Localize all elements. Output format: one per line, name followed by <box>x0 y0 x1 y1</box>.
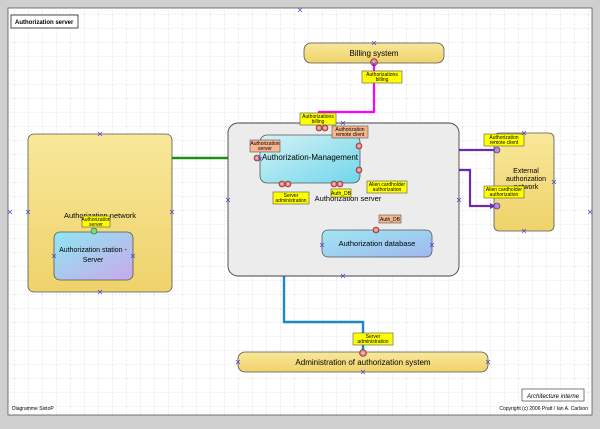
iface-alien-ext: Alien cardholder authorization <box>483 185 525 199</box>
iface-auth-server-salmon: Authorization server <box>249 139 281 153</box>
iface-alien-inner: Alien cardholder authorization <box>366 180 408 194</box>
stamp-box: Architecture interne <box>521 388 585 402</box>
title-box: Authorization server <box>10 14 79 29</box>
svg-text:administration: administration <box>275 198 306 204</box>
page-title: Authorization server <box>15 20 74 26</box>
svg-text:remote client: remote client <box>490 140 519 146</box>
authorization-station-label-line1: Authorization station - <box>59 247 127 254</box>
stamp-text: Architecture interne <box>526 394 580 400</box>
administration-label: Administration of authorization system <box>295 358 431 367</box>
authorization-station-block[interactable]: Authorization station - Server <box>53 231 134 281</box>
iface-server-admin-mid: Server administration <box>272 191 310 205</box>
iface-remote-client-inner: Authorization remote client <box>331 125 369 139</box>
authorization-station-label-line2: Server <box>83 257 104 264</box>
iface-auth-billing-mid: Authorizations billing <box>299 112 337 126</box>
iface-server-admin-bottom: Server administration <box>352 332 394 346</box>
svg-text:Auth_DB: Auth_DB <box>331 191 352 197</box>
svg-text:server: server <box>258 146 272 152</box>
iface-auth-db-b: Auth_DB <box>378 214 402 224</box>
diagram-canvas: Authorization server Billing system Auth… <box>7 7 593 416</box>
svg-text:billing: billing <box>376 77 389 83</box>
external-label-line2: authorization <box>506 176 546 183</box>
footer-right: Copyright (c) 2006 Pratt / Ian A. Carlso… <box>499 406 588 412</box>
iface-auth-billing-top: Authorizations billing <box>361 70 403 84</box>
iface-remote-client-ext: Authorization remote client <box>483 133 525 147</box>
svg-text:authorization: authorization <box>490 192 519 198</box>
svg-text:server: server <box>89 222 103 228</box>
iface-auth-db-a: Auth_DB <box>330 188 352 198</box>
authorization-database-block[interactable]: Authorization database <box>321 229 433 258</box>
external-label-line1: External <box>513 168 539 175</box>
authorization-management-label: Authorization-Management <box>262 153 359 162</box>
svg-text:remote client: remote client <box>336 132 365 138</box>
iface-station-server: Authorization server <box>81 215 111 228</box>
authorization-database-label: Authorization database <box>339 239 416 248</box>
svg-text:billing: billing <box>312 119 325 125</box>
footer-left: Diagramme SixtoP <box>12 406 54 412</box>
billing-system-label: Billing system <box>350 49 399 58</box>
external-authorization-block[interactable]: External authorization network <box>493 132 555 232</box>
svg-text:authorization: authorization <box>373 187 402 193</box>
svg-text:Auth_DB: Auth_DB <box>380 217 401 223</box>
svg-text:administration: administration <box>357 339 388 345</box>
